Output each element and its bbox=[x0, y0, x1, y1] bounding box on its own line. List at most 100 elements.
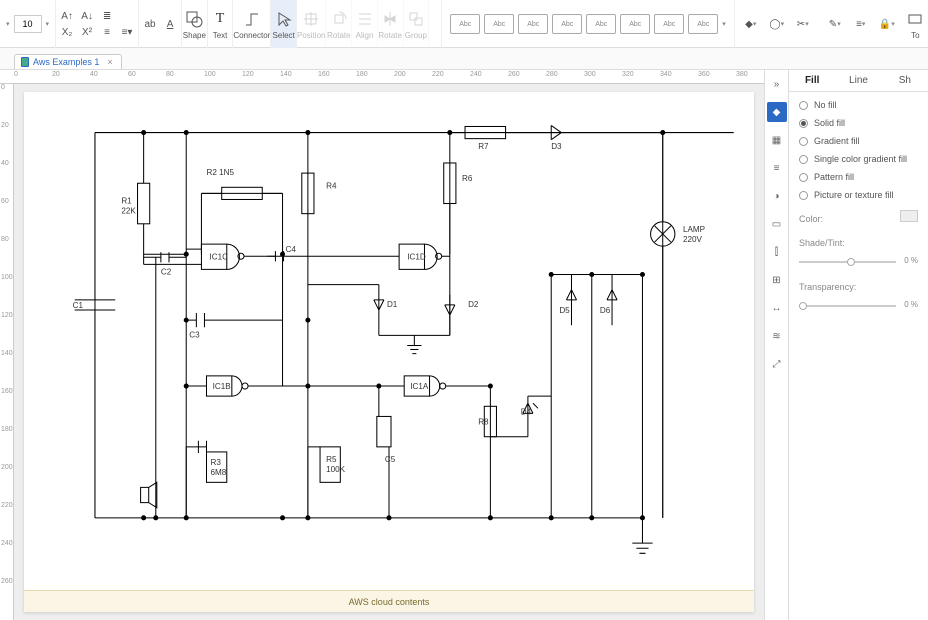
opt-pattern-fill[interactable]: Pattern fill bbox=[799, 172, 918, 182]
connector-button[interactable]: Connector bbox=[233, 0, 271, 48]
select-label: Select bbox=[273, 31, 295, 40]
label-ic1a: IC1A bbox=[410, 382, 429, 391]
transparency-value: 0 % bbox=[904, 300, 918, 309]
props-tabs: Fill Line Sh bbox=[789, 70, 928, 92]
position-button[interactable]: Position bbox=[297, 0, 326, 48]
label-d2: D2 bbox=[468, 300, 479, 309]
stats-panel-icon[interactable]: ⫿ bbox=[767, 242, 787, 262]
font-color-icon[interactable]: A bbox=[163, 17, 177, 31]
to-label: To bbox=[911, 31, 919, 40]
label-r8: R8 bbox=[478, 418, 489, 427]
close-tab-icon[interactable]: × bbox=[107, 57, 112, 67]
shape-button[interactable]: Shape bbox=[182, 0, 208, 48]
shade-slider[interactable]: 0 % bbox=[799, 256, 918, 268]
label-ic1d: IC1D bbox=[407, 252, 426, 261]
opt-single-grad[interactable]: Single color gradient fill bbox=[799, 154, 918, 164]
grid-panel-icon[interactable]: ▦ bbox=[767, 130, 787, 150]
label-r1: R1 bbox=[121, 197, 132, 206]
line-color-icon[interactable]: ◯▾ bbox=[769, 16, 785, 32]
to-button[interactable]: To bbox=[903, 0, 928, 48]
table-panel-icon[interactable]: ⊞ bbox=[767, 270, 787, 290]
group-icon bbox=[406, 9, 426, 29]
style-swatch[interactable]: Abc bbox=[484, 14, 514, 34]
crop-icon[interactable]: ✂▾ bbox=[795, 16, 811, 32]
weight-icon[interactable]: ≡▾ bbox=[853, 16, 869, 32]
style-swatch[interactable]: Abc bbox=[450, 14, 480, 34]
subscript-icon[interactable]: X₂ bbox=[60, 25, 74, 39]
collapse-panel-icon[interactable]: » bbox=[767, 74, 787, 94]
document-icon bbox=[21, 57, 29, 67]
lock-icon[interactable]: 🔒▾ bbox=[879, 16, 895, 32]
text-style-group: ab A bbox=[139, 0, 182, 48]
label-lamp: LAMP bbox=[683, 225, 705, 234]
font-size-input[interactable] bbox=[14, 15, 42, 33]
superscript-icon[interactable]: X² bbox=[80, 25, 94, 39]
expand-panel-icon[interactable]: ⤢ bbox=[767, 354, 787, 374]
bullets-icon[interactable]: ≡ bbox=[100, 25, 114, 39]
select-icon bbox=[274, 9, 294, 29]
opt-gradient-fill[interactable]: Gradient fill bbox=[799, 136, 918, 146]
style-swatch[interactable]: Abc bbox=[688, 14, 718, 34]
solid-fill-label: Solid fill bbox=[814, 118, 845, 128]
label-ic1b: IC1B bbox=[213, 382, 231, 391]
line-tools-2: ✎▾ ≡▾ 🔒▾ bbox=[819, 0, 903, 48]
style-swatch[interactable]: Abc bbox=[654, 14, 684, 34]
group-button[interactable]: Group bbox=[404, 0, 430, 48]
opt-solid-fill[interactable]: Solid fill bbox=[799, 118, 918, 128]
format-panel-icon[interactable]: ◆ bbox=[767, 102, 787, 122]
connector-label: Connector bbox=[233, 31, 270, 40]
color-swatch[interactable] bbox=[900, 210, 918, 222]
page-panel-icon[interactable]: ▭ bbox=[767, 214, 787, 234]
align-label: Align bbox=[356, 31, 374, 40]
decrease-font-icon[interactable]: A↓ bbox=[80, 9, 94, 23]
spacing-panel-icon[interactable]: ↔ bbox=[767, 298, 787, 318]
shape-label: Shape bbox=[183, 31, 206, 40]
highlight-icon[interactable]: ab bbox=[143, 17, 157, 31]
opt-picture-fill[interactable]: Picture or texture fill bbox=[799, 190, 918, 200]
flip-button[interactable]: Rotate bbox=[378, 0, 404, 48]
size-dropdown-icon[interactable]: ▾ bbox=[46, 20, 50, 28]
style-swatch[interactable]: Abc bbox=[518, 14, 548, 34]
layers-panel-icon[interactable]: ≡ bbox=[767, 158, 787, 178]
font-dropdown-icon[interactable]: ▾ bbox=[6, 20, 10, 28]
label-r5v: 100K bbox=[326, 465, 346, 474]
document-canvas[interactable]: C1 R1 22K R2 1N5 C2 C3 C4 IC1C R4 R6 R7 … bbox=[24, 92, 754, 612]
opt-no-fill[interactable]: No fill bbox=[799, 100, 918, 110]
label-c1: C1 bbox=[73, 301, 84, 310]
font-size-group: ▾ ▾ bbox=[0, 0, 56, 48]
tab-line[interactable]: Line bbox=[835, 70, 881, 91]
label-r6: R6 bbox=[462, 174, 473, 183]
style-gallery[interactable]: Abc Abc Abc Abc Abc Abc Abc Abc ▾ bbox=[441, 0, 735, 48]
label-r2: R2 1N5 bbox=[206, 168, 234, 177]
pen-icon[interactable]: ✎▾ bbox=[827, 16, 843, 32]
label-c4: C4 bbox=[286, 245, 297, 254]
gallery-more-icon[interactable]: ▾ bbox=[722, 20, 726, 28]
flip-label: Rotate bbox=[378, 31, 402, 40]
style-swatch[interactable]: Abc bbox=[620, 14, 650, 34]
theme-panel-icon[interactable]: ◑ bbox=[767, 186, 787, 206]
fill-bucket-icon[interactable]: ◆▾ bbox=[743, 16, 759, 32]
align-button[interactable]: Align bbox=[352, 0, 378, 48]
select-button[interactable]: Select bbox=[271, 0, 297, 48]
tab-shadow[interactable]: Sh bbox=[882, 70, 928, 91]
rotate-button[interactable]: Rotate bbox=[326, 0, 352, 48]
tab-fill[interactable]: Fill bbox=[789, 70, 835, 91]
document-tab[interactable]: Aws Examples 1 × bbox=[14, 54, 122, 69]
rotate-label: Rotate bbox=[327, 31, 351, 40]
label-d4: D4 bbox=[521, 407, 532, 416]
text-format-group: A↑ A↓ ≣ X₂ X² ≡ ≡▾ bbox=[56, 0, 139, 48]
paragraph-icon[interactable]: ≡▾ bbox=[120, 25, 134, 39]
text-button[interactable]: T Text bbox=[208, 0, 234, 48]
transparency-slider[interactable]: 0 % bbox=[799, 300, 918, 312]
label-d5: D5 bbox=[559, 306, 570, 315]
label-r3v: 6M8 bbox=[211, 468, 227, 477]
style-swatch[interactable]: Abc bbox=[586, 14, 616, 34]
distribute-panel-icon[interactable]: ≋ bbox=[767, 326, 787, 346]
color-label: Color: bbox=[799, 214, 823, 224]
picture-fill-label: Picture or texture fill bbox=[814, 190, 894, 200]
line-spacing-icon[interactable]: ≣ bbox=[100, 9, 114, 23]
document-tab-label: Aws Examples 1 bbox=[33, 57, 99, 67]
line-tools: ◆▾ ◯▾ ✂▾ bbox=[735, 0, 819, 48]
style-swatch[interactable]: Abc bbox=[552, 14, 582, 34]
increase-font-icon[interactable]: A↑ bbox=[60, 9, 74, 23]
